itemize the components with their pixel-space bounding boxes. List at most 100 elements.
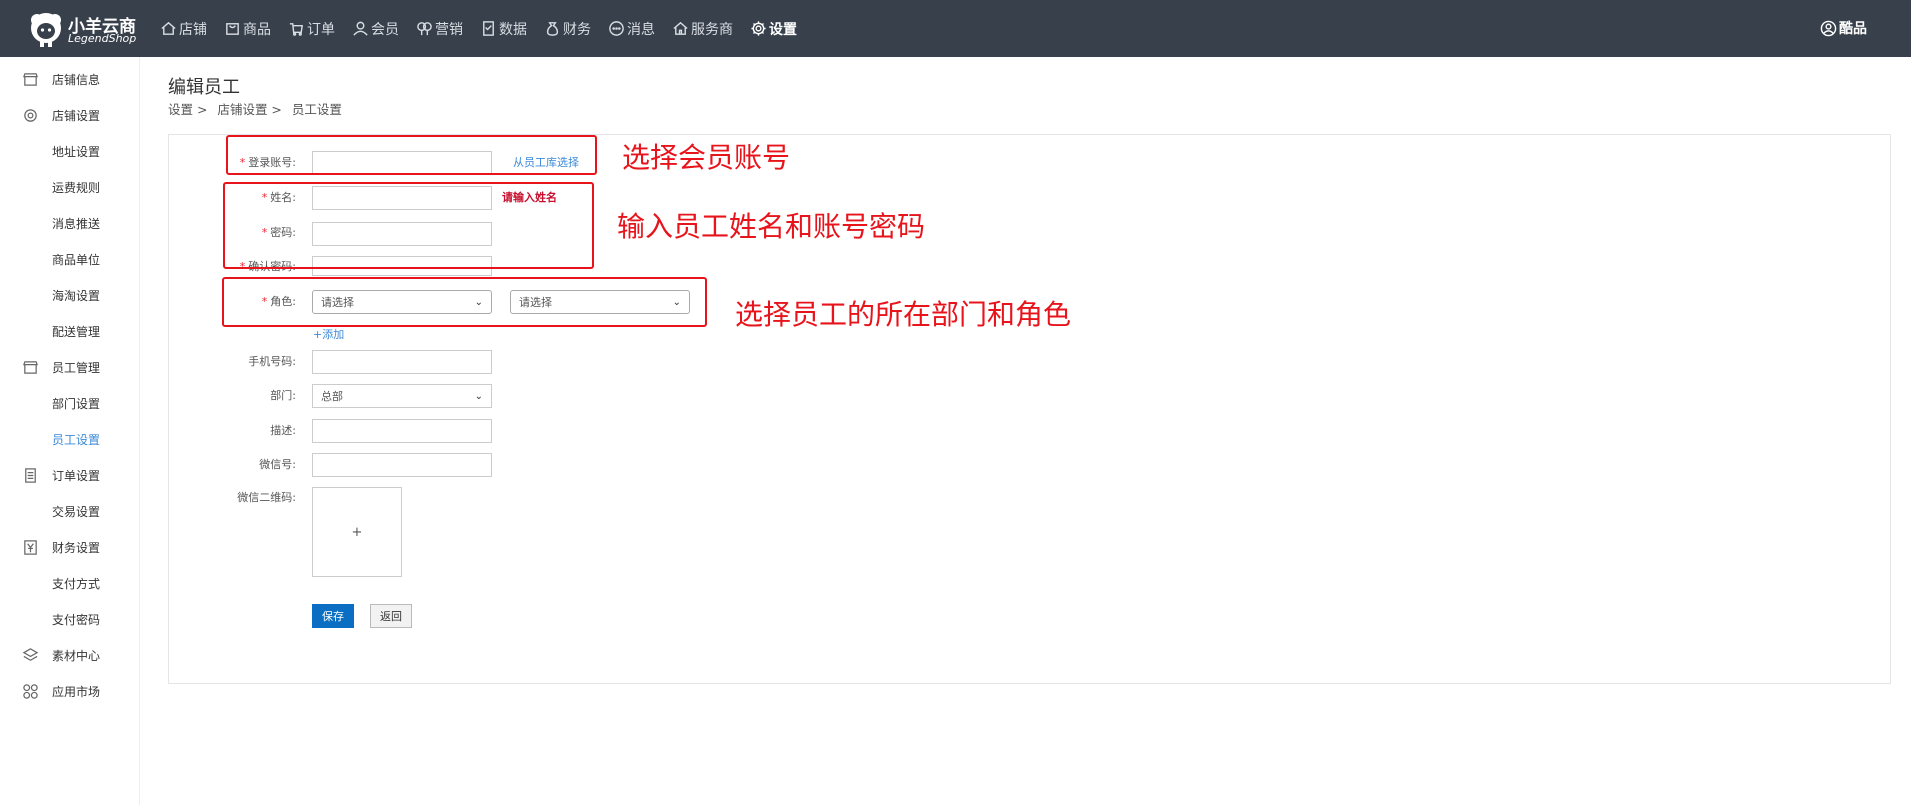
brand-logo[interactable]: 小羊云商 LegendShop [28, 10, 143, 48]
phone-label: 手机号码: [248, 355, 296, 368]
document-icon [483, 21, 494, 36]
page-title: 编辑员工 [168, 77, 240, 98]
yen-icon [24, 539, 37, 555]
gear-icon [24, 108, 37, 122]
balloon-icon [417, 22, 432, 36]
sidebar-item-material-center[interactable]: 素材中心 [0, 637, 139, 673]
sidebar-item-label: 应用市场 [52, 684, 101, 699]
back-button[interactable]: 返回 [370, 604, 412, 628]
form-panel [168, 134, 1891, 684]
house-icon [673, 21, 688, 35]
sidebar: 店铺信息 店铺设置 地址设置 运费规则 消息推送 商品单位 海淘设置 配送管理 … [0, 57, 140, 805]
login-account-input[interactable] [312, 151, 492, 175]
nav-item-label: 设置 [769, 21, 797, 38]
pick-from-staff-library-link[interactable]: 从员工库选择 [513, 154, 579, 170]
main-nav: 店铺 商品 订单 会员 营销 数据 财务 消息 服务商 设置 [160, 0, 814, 57]
required-mark: * [261, 295, 268, 308]
breadcrumb-item[interactable]: 设置 > [168, 102, 207, 117]
password-input[interactable] [312, 222, 492, 246]
nav-item-messages[interactable]: 消息 [608, 19, 655, 39]
sidebar-item-delivery[interactable]: 配送管理 [0, 313, 139, 349]
sidebar-item-overseas[interactable]: 海淘设置 [0, 277, 139, 313]
phone-input[interactable] [312, 350, 492, 374]
sidebar-item-label: 财务设置 [52, 540, 101, 555]
nav-item-label: 消息 [627, 21, 655, 38]
nav-item-data[interactable]: 数据 [480, 19, 527, 39]
sidebar-item-payment-methods[interactable]: 支付方式 [0, 565, 139, 601]
apps-icon [23, 683, 38, 699]
sidebar-item-label: 店铺信息 [52, 72, 101, 87]
nav-item-finance[interactable]: 财务 [544, 19, 591, 39]
label-text: 角色: [270, 295, 296, 308]
sidebar-item-trade[interactable]: 交易设置 [0, 493, 139, 529]
role-select-primary[interactable]: 请选择 ⌄ [312, 290, 492, 314]
top-navbar: 小羊云商 LegendShop 店铺 商品 订单 会员 营销 数据 财务 消息 … [0, 0, 1911, 57]
wechat-qr-label: 微信二维码: [237, 491, 296, 504]
wechat-qr-upload[interactable]: + [312, 487, 402, 577]
password-label: * 密码: [200, 224, 296, 240]
bag-icon [226, 23, 239, 35]
select-value: 请选择 [519, 296, 552, 309]
sidebar-item-label: 店铺设置 [52, 108, 101, 123]
sidebar-item-payment-password[interactable]: 支付密码 [0, 601, 139, 637]
sidebar-item-departments[interactable]: 部门设置 [0, 385, 139, 421]
breadcrumb-item[interactable]: 店铺设置 > [217, 102, 281, 117]
annotation-select-account: 选择会员账号 [622, 141, 791, 174]
nav-item-service-provider[interactable]: 服务商 [672, 19, 733, 39]
role-select-secondary[interactable]: 请选择 ⌄ [510, 290, 690, 314]
required-mark: * [261, 191, 268, 204]
confirm-password-input[interactable] [312, 256, 492, 276]
save-button[interactable]: 保存 [312, 604, 354, 628]
nav-item-store[interactable]: 店铺 [160, 19, 207, 39]
login-account-label: * 登录账号: [200, 154, 296, 170]
name-error-message: 请输入姓名 [502, 191, 557, 204]
department-select[interactable]: 总部 ⌄ [312, 384, 492, 408]
sidebar-item-store-settings[interactable]: 店铺设置 [0, 97, 139, 133]
nav-item-marketing[interactable]: 营销 [416, 19, 463, 39]
required-mark: * [239, 156, 246, 169]
wechat-input[interactable] [312, 453, 492, 477]
description-label: 描述: [270, 424, 296, 437]
layers-icon [22, 647, 39, 661]
annotation-enter-name-password: 输入员工姓名和账号密码 [617, 210, 926, 243]
home-icon [161, 21, 176, 35]
sidebar-item-shipping-rules[interactable]: 运费规则 [0, 169, 139, 205]
store-icon [23, 72, 38, 86]
nav-item-members[interactable]: 会员 [352, 19, 399, 39]
chat-icon [609, 21, 624, 36]
nav-item-goods[interactable]: 商品 [224, 19, 271, 39]
sidebar-item-label: 员工管理 [52, 360, 101, 375]
nav-item-label: 会员 [371, 21, 399, 38]
label-text: 姓名: [270, 191, 296, 204]
sidebar-item-address[interactable]: 地址设置 [0, 133, 139, 169]
sidebar-item-units[interactable]: 商品单位 [0, 241, 139, 277]
nav-item-label: 营销 [435, 21, 463, 38]
nav-item-orders[interactable]: 订单 [288, 19, 335, 39]
sidebar-item-staff-management[interactable]: 员工管理 [0, 349, 139, 385]
name-input[interactable] [312, 186, 492, 210]
sidebar-item-store-info[interactable]: 店铺信息 [0, 61, 139, 97]
sidebar-item-app-market[interactable]: 应用市场 [0, 673, 139, 709]
sidebar-item-staff-settings[interactable]: 员工设置 [0, 421, 139, 457]
nav-item-settings[interactable]: 设置 [750, 19, 797, 39]
nav-item-label: 财务 [563, 21, 591, 38]
select-value: 总部 [321, 390, 343, 403]
sidebar-item-finance-settings[interactable]: 财务设置 [0, 529, 139, 565]
description-input[interactable] [312, 419, 492, 443]
role-label: * 角色: [200, 293, 296, 309]
select-value: 请选择 [321, 296, 354, 309]
user-menu[interactable]: 酷品 [1820, 18, 1867, 38]
label-text: 确认密码: [248, 260, 296, 273]
chevron-down-icon: ⌄ [672, 296, 681, 308]
nav-item-label: 订单 [307, 21, 335, 38]
sidebar-item-push[interactable]: 消息推送 [0, 205, 139, 241]
store-icon [23, 360, 38, 374]
sidebar-item-order-settings[interactable]: 订单设置 [0, 457, 139, 493]
add-role-link[interactable]: +添加 [313, 326, 344, 342]
money-bag-icon [546, 22, 559, 36]
nav-item-label: 服务商 [691, 21, 733, 38]
chevron-down-icon: ⌄ [474, 390, 483, 402]
nav-item-label: 数据 [499, 21, 527, 38]
annotation-select-dept-role: 选择员工的所在部门和角色 [735, 298, 1072, 331]
confirm-password-label: * 确认密码: [200, 258, 296, 274]
